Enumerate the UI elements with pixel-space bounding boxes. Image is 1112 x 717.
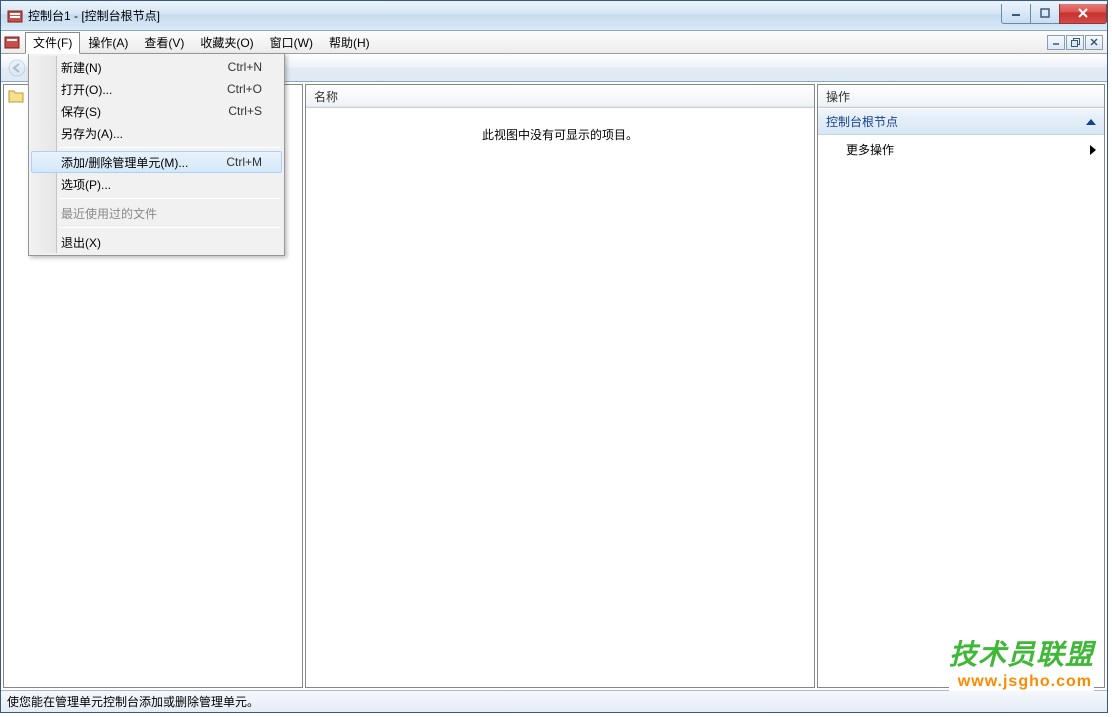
mdi-restore-button[interactable] <box>1066 35 1084 50</box>
window-controls <box>1002 4 1107 24</box>
menu-window[interactable]: 窗口(W) <box>262 32 321 53</box>
close-button[interactable] <box>1059 4 1107 24</box>
mdi-controls <box>1046 35 1105 50</box>
menu-item-new[interactable]: 新建(N) Ctrl+N <box>31 56 282 78</box>
menu-separator <box>59 227 280 228</box>
menu-item-open[interactable]: 打开(O)... Ctrl+O <box>31 78 282 100</box>
menubar-container: 文件(F) 操作(A) 查看(V) 收藏夹(O) 窗口(W) 帮助(H) <box>1 31 1107 54</box>
mdi-minimize-button[interactable] <box>1047 35 1065 50</box>
menu-item-exit[interactable]: 退出(X) <box>31 231 282 253</box>
more-actions-item[interactable]: 更多操作 <box>818 135 1104 164</box>
menu-item-save[interactable]: 保存(S) Ctrl+S <box>31 100 282 122</box>
column-name-label: 名称 <box>314 88 338 105</box>
empty-message: 此视图中没有可显示的项目。 <box>306 108 814 143</box>
status-text: 使您能在管理单元控制台添加或删除管理单元。 <box>7 693 259 710</box>
list-column-header[interactable]: 名称 <box>306 85 814 108</box>
chevron-right-icon <box>1090 145 1096 155</box>
menu-item-saveas[interactable]: 另存为(A)... <box>31 122 282 144</box>
list-pane[interactable]: 名称 此视图中没有可显示的项目。 <box>305 84 815 688</box>
more-actions-label: 更多操作 <box>846 141 894 158</box>
window-title: 控制台1 - [控制台根节点] <box>28 7 1002 24</box>
app-icon <box>7 8 23 24</box>
actions-section-label: 控制台根节点 <box>826 113 898 130</box>
menu-action[interactable]: 操作(A) <box>80 32 136 53</box>
back-button[interactable] <box>5 56 29 80</box>
mdi-icon <box>3 33 21 51</box>
menu-file[interactable]: 文件(F) <box>25 32 80 54</box>
menubar: 文件(F) 操作(A) 查看(V) 收藏夹(O) 窗口(W) 帮助(H) <box>1 31 1107 53</box>
menu-help[interactable]: 帮助(H) <box>321 32 378 53</box>
actions-pane: 操作 控制台根节点 更多操作 <box>817 84 1105 688</box>
actions-section-header[interactable]: 控制台根节点 <box>818 108 1104 135</box>
menu-item-recent: 最近使用过的文件 <box>31 202 282 224</box>
collapse-icon <box>1086 119 1096 125</box>
folder-icon <box>8 89 24 103</box>
mdi-close-button[interactable] <box>1085 35 1103 50</box>
menu-separator <box>59 198 280 199</box>
minimize-button[interactable] <box>1001 4 1031 24</box>
menu-favorites[interactable]: 收藏夹(O) <box>192 32 261 53</box>
statusbar: 使您能在管理单元控制台添加或删除管理单元。 <box>1 690 1107 712</box>
actions-header: 操作 <box>818 85 1104 108</box>
menu-item-options[interactable]: 选项(P)... <box>31 173 282 195</box>
menu-item-add-remove-snapin[interactable]: 添加/删除管理单元(M)... Ctrl+M <box>31 151 282 173</box>
menu-view[interactable]: 查看(V) <box>136 32 192 53</box>
menu-separator <box>59 147 280 148</box>
titlebar: 控制台1 - [控制台根节点] <box>1 1 1107 31</box>
maximize-button[interactable] <box>1030 4 1060 24</box>
mmc-window: 控制台1 - [控制台根节点] 文件(F) 操作(A) 查看(V) 收藏夹(O)… <box>0 0 1108 713</box>
actions-header-label: 操作 <box>826 88 850 105</box>
file-menu-dropdown: 新建(N) Ctrl+N 打开(O)... Ctrl+O 保存(S) Ctrl+… <box>28 53 285 256</box>
